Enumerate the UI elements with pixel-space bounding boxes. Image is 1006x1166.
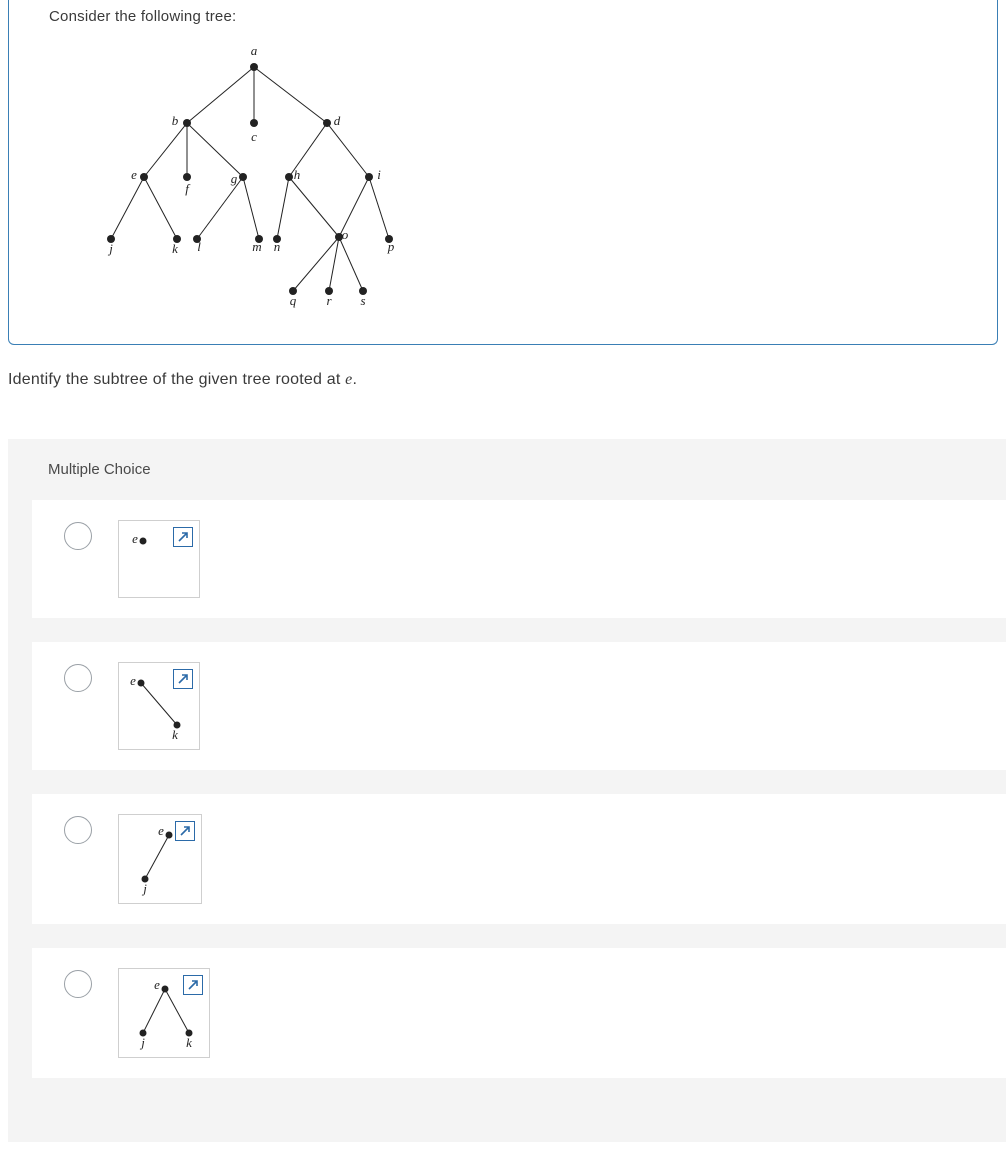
svg-text:k: k [172,727,178,742]
radio-button[interactable] [64,970,92,998]
svg-text:f: f [185,181,191,196]
svg-text:e: e [132,531,138,546]
question-box: Consider the following tree: a b c d e f g h i j k… [8,0,998,345]
option-thumbnail: ek [118,662,200,750]
radio-button[interactable] [64,816,92,844]
svg-text:j: j [107,241,113,256]
svg-text:e: e [130,673,136,688]
svg-text:l: l [197,239,201,254]
option-thumbnail: e j k [118,968,210,1058]
svg-text:a: a [251,43,258,58]
svg-text:m: m [252,239,261,254]
option-thumbnail: ej [118,814,202,904]
svg-text:s: s [360,293,365,308]
mc-option: e [32,500,1006,618]
svg-text:h: h [294,167,301,182]
svg-text:n: n [274,239,281,254]
svg-text:c: c [251,129,257,144]
radio-button[interactable] [64,664,92,692]
svg-text:e: e [158,823,164,838]
option-thumbnail: e [118,520,200,598]
mc-option: e j k [32,948,1006,1078]
expand-icon[interactable] [173,527,193,547]
question-intro: Consider the following tree: [49,8,957,25]
svg-text:q: q [290,293,297,308]
svg-text:o: o [342,227,349,242]
svg-text:b: b [172,113,179,128]
svg-text:r: r [326,293,332,308]
svg-text:k: k [186,1035,192,1050]
multiple-choice-header: Multiple Choice [8,439,1006,500]
svg-text:j: j [139,1035,145,1050]
svg-text:e: e [154,977,160,992]
svg-text:j: j [141,881,147,896]
svg-text:d: d [334,113,341,128]
question-prompt: Identify the subtree of the given tree r… [8,371,1006,389]
expand-icon[interactable] [183,975,203,995]
identify-suffix: . [352,371,357,388]
multiple-choice-panel: Multiple Choice eekejejk [8,439,1006,1142]
expand-icon[interactable] [175,821,195,841]
svg-text:i: i [377,167,381,182]
svg-text:e: e [131,167,137,182]
main-tree: a b c d e f g h i j k l mn o p q r s [49,29,957,324]
radio-button[interactable] [64,522,92,550]
svg-text:k: k [172,241,178,256]
expand-icon[interactable] [173,669,193,689]
identify-prefix: Identify the subtree of the given tree r… [8,371,345,388]
svg-text:p: p [387,239,395,254]
mc-option: ek [32,642,1006,770]
svg-text:g: g [231,171,238,186]
mc-option: ej [32,794,1006,924]
